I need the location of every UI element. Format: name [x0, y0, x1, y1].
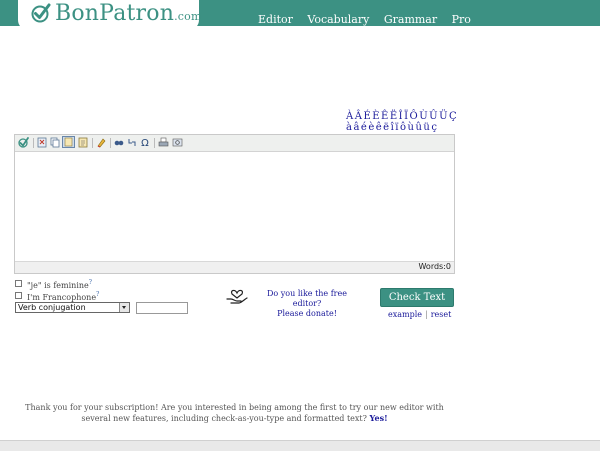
link-separator: | — [425, 310, 428, 319]
tool-select[interactable]: Verb conjugation — [15, 302, 130, 313]
logo[interactable]: BonPatron.com — [18, 0, 202, 30]
subscription-message: Thank you for your subscription! Are you… — [14, 403, 455, 424]
toolbar-separator — [33, 138, 34, 148]
editor-text-area[interactable] — [15, 152, 454, 262]
example-link[interactable]: example — [388, 310, 422, 319]
find-icon[interactable] — [114, 137, 124, 148]
copy-icon[interactable] — [50, 137, 60, 148]
toolbar-separator — [92, 138, 93, 148]
tool-select-value: Verb conjugation — [18, 303, 86, 312]
special-characters: ÀÂÉÈÊËÎÏÔÙÛÜÇ àâéèêëîïôùûüç — [346, 111, 458, 133]
word-count: Words:0 — [418, 262, 451, 271]
yes-link[interactable]: Yes! — [369, 413, 387, 423]
donate-line-1: Do you like the free editor? — [267, 289, 347, 308]
brand-suffix: .com — [174, 10, 202, 23]
editor-status-bar: Words:0 — [15, 261, 454, 273]
paste-icon[interactable] — [62, 136, 75, 148]
lowercase-accents[interactable]: àâéèêëîïôùûüç — [346, 122, 458, 133]
francophone-label: I'm Francophone — [27, 293, 97, 302]
feminine-help-link[interactable]: ? — [89, 279, 92, 286]
donate-line-2: Please donate! — [277, 309, 337, 318]
editor-toolbar: Ω — [15, 135, 454, 152]
replace-icon[interactable] — [127, 137, 137, 148]
uppercase-accents[interactable]: ÀÂÉÈÊËÎÏÔÙÛÜÇ — [346, 111, 458, 122]
feminine-label: "je" is feminine — [27, 281, 89, 290]
bottom-bar — [0, 440, 600, 451]
toolbar-separator — [154, 138, 155, 148]
hand-heart-icon[interactable] — [226, 285, 248, 307]
brand-text: BonPatron — [55, 1, 175, 26]
nav-grammar[interactable]: Grammar — [384, 13, 437, 26]
francophone-help-link[interactable]: ? — [96, 291, 99, 298]
check-links: example | reset — [388, 310, 451, 319]
check-text-button[interactable]: Check Text — [380, 288, 454, 307]
option-francophone[interactable]: I'm Francophone? — [15, 291, 99, 302]
feminine-checkbox[interactable] — [15, 280, 22, 287]
chevron-down-icon[interactable] — [119, 303, 129, 312]
svg-text:Ω: Ω — [141, 138, 149, 148]
toolbar-separator — [110, 138, 111, 148]
donate-link[interactable]: Do you like the free editor? Please dona… — [254, 289, 360, 319]
option-feminine[interactable]: "je" is feminine? — [15, 279, 92, 290]
print-icon[interactable] — [158, 137, 169, 148]
omega-icon[interactable]: Ω — [140, 137, 150, 148]
nav-vocabulary[interactable]: Vocabulary — [307, 13, 369, 26]
check-logo-icon[interactable] — [18, 137, 29, 148]
text-editor: Ω Words:0 — [14, 134, 455, 274]
reset-link[interactable]: reset — [431, 310, 452, 319]
francophone-checkbox[interactable] — [15, 292, 22, 299]
brand-name: BonPatron.com — [55, 1, 202, 26]
cut-icon[interactable] — [37, 137, 47, 148]
main-nav: Editor Vocabulary Grammar Pro — [258, 13, 482, 26]
preview-icon[interactable] — [172, 137, 183, 148]
paste-text-icon[interactable] — [78, 137, 88, 148]
nav-pro[interactable]: Pro — [452, 13, 471, 26]
checkmark-logo-icon — [31, 3, 51, 23]
eraser-icon[interactable] — [96, 137, 106, 148]
nav-editor[interactable]: Editor — [258, 13, 293, 26]
verb-input[interactable] — [136, 302, 188, 314]
